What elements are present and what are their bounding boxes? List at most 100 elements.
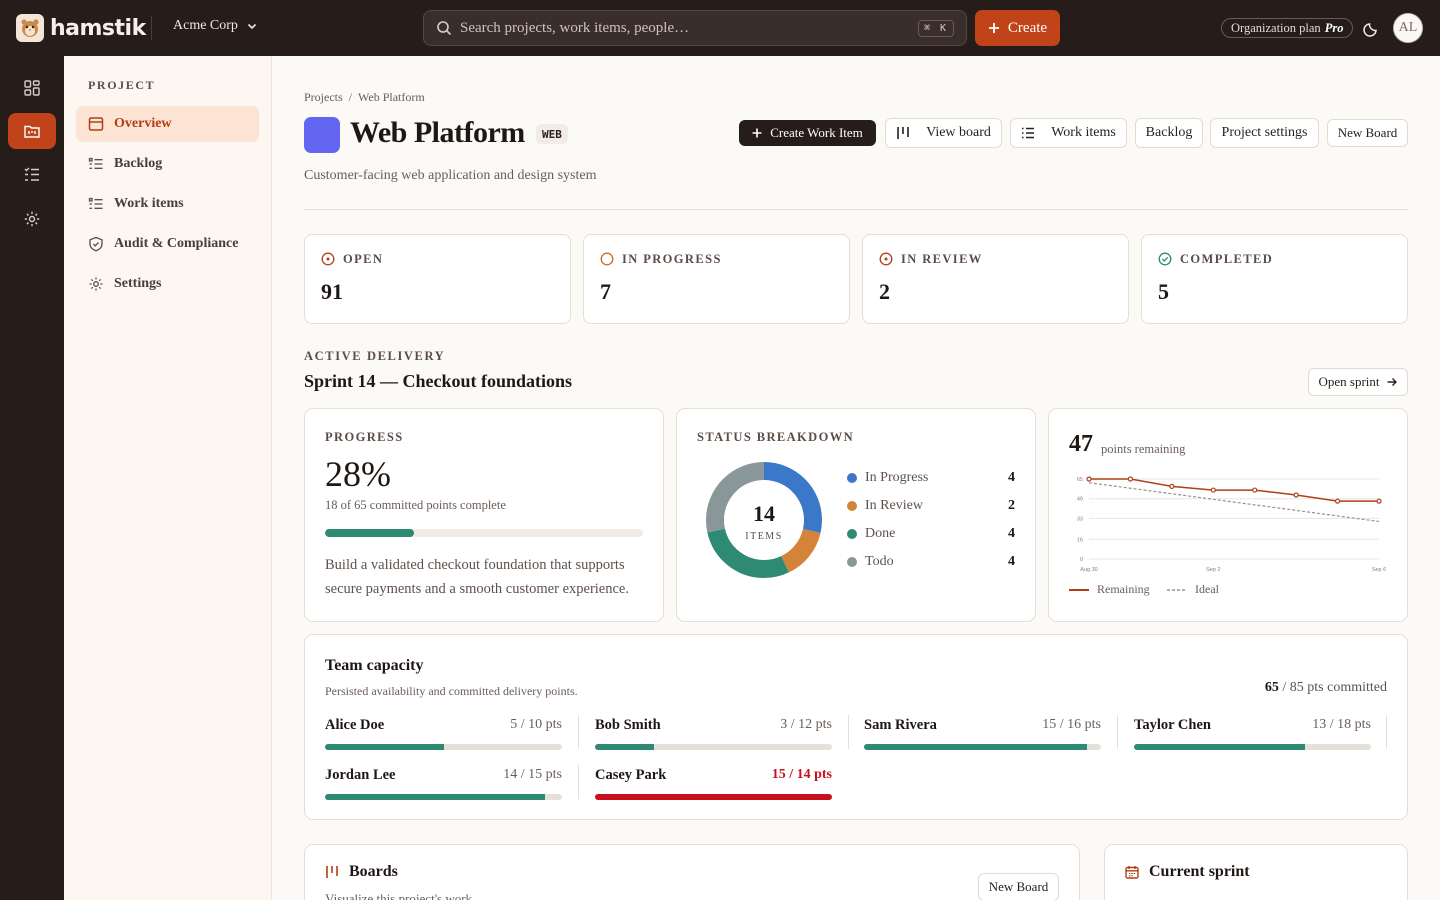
stat-label: COMPLETED [1180,252,1274,266]
legend-dot [847,529,857,539]
stat-label: IN PROGRESS [622,252,722,266]
remaining-point[interactable] [1334,498,1341,504]
project-settings-button[interactable]: Project settings [1210,118,1319,148]
new-board-button[interactable]: New Board [1327,119,1408,147]
search-input[interactable]: Search projects, work items, people… [460,20,910,37]
rail-settings[interactable] [8,201,56,237]
moon-icon[interactable] [1362,18,1382,38]
remaining-point[interactable] [1127,476,1134,482]
member-name: Sam Rivera [864,717,937,733]
legend-dot [847,557,857,567]
current-sprint-heading: Current sprint [1125,863,1250,881]
plan-badge[interactable]: Organization plan Pro [1221,18,1354,38]
member-capacity[interactable]: Sam Rivera 15 / 16 pts [864,717,1101,753]
brand-name: hamstik [50,15,146,41]
breadcrumb: Projects / Web Platform [304,90,425,105]
burndown-card: 47 points remaining 0 16 33 49 65 Aug 30 Sep 2… [1048,408,1408,622]
create-work-item-button[interactable]: Create Work Item [739,120,876,146]
member-capacity[interactable]: Alice Doe 5 / 10 pts [325,717,562,753]
legend-label: Todo [865,554,894,569]
legend-label: In Progress [865,470,929,485]
sidebar-item-audit[interactable]: Audit & Compliance [76,226,259,262]
member-bar-fill [325,744,444,750]
calendar-icon [1125,866,1139,879]
stat-card-in-review[interactable]: IN REVIEW 2 [862,234,1129,324]
x-tick-label: Aug 30 [1080,567,1097,573]
list-icon [88,197,103,209]
sidebar-item-work-items[interactable]: Work items [76,186,259,222]
member-bar [325,744,562,750]
legend-dot [847,501,857,511]
member-bar [595,794,832,800]
remaining-point[interactable] [1252,487,1258,493]
sidebar-item-label: Backlog [114,156,163,171]
open-sprint-button[interactable]: Open sprint [1308,368,1408,396]
page-title: Web Platform [350,116,525,149]
member-bar-fill [595,744,655,750]
sidebar-item-settings[interactable]: Settings [76,266,259,302]
sidebar-item-backlog[interactable]: Backlog [76,146,259,182]
create-button[interactable]: Create [975,10,1060,46]
arrow-right-icon [1387,378,1397,386]
member-bar-fill [325,794,546,800]
project-sidebar: PROJECT Overview Backlog Work items Audi… [64,56,272,900]
team-capacity-card: Team capacity Persisted availability and… [304,634,1408,820]
in-review-status-icon [879,252,893,266]
legend-in-review[interactable]: In Review 2 [847,498,1015,514]
member-capacity[interactable]: Jordan Lee 14 / 15 pts [325,767,562,803]
legend-todo[interactable]: Todo 4 [847,554,1015,570]
capacity-committed-rest: / 85 pts committed [1282,680,1387,695]
member-points: 15 / 16 pts [1042,717,1101,732]
view-board-button[interactable]: View board [885,118,1002,148]
member-separator [1386,715,1387,749]
sidebar-item-label: Overview [114,116,172,131]
current-sprint-title: Current sprint [1149,863,1250,880]
member-capacity[interactable]: Casey Park 15 / 14 pts [595,767,832,803]
remaining-point[interactable] [1293,492,1299,498]
progress-subtitle: 18 of 65 committed points complete [325,498,506,512]
stat-card-in-progress[interactable]: IN PROGRESS 7 [583,234,850,324]
create-button-label: Create [1007,19,1048,36]
brand-logo[interactable]: hamstik [16,14,146,42]
breadcrumb-projects[interactable]: Projects [304,90,343,105]
breadcrumb-current: Web Platform [358,90,425,104]
remaining-point[interactable] [1169,483,1175,489]
section-label: ACTIVE DELIVERY [304,349,446,363]
user-avatar[interactable]: AL [1393,13,1423,43]
member-capacity[interactable]: Taylor Chen 13 / 18 pts [1134,717,1371,753]
search-bar[interactable]: Search projects, work items, people… ⌘ K [423,10,967,46]
stat-card-completed[interactable]: COMPLETED 5 [1141,234,1408,324]
work-items-button[interactable]: Work items [1010,118,1127,148]
org-switcher[interactable]: Acme Corp [173,18,258,34]
ideal-line-swatch [1167,588,1187,591]
project-key-badge: WEB [536,124,568,144]
member-capacity[interactable]: Bob Smith 3 / 12 pts [595,717,832,753]
settings-icon [24,211,40,227]
list-icon [1022,127,1035,139]
legend-count: 4 [1008,554,1015,569]
chevron-down-icon [247,23,257,30]
sidebar-item-label: Audit & Compliance [114,236,239,251]
remaining-point[interactable] [1210,487,1216,493]
remaining-point[interactable] [1376,498,1382,504]
legend-remaining-label: Remaining [1097,582,1150,596]
sidebar-item-overview[interactable]: Overview [76,106,259,142]
hamster-logo-icon [16,14,44,42]
member-points: 13 / 18 pts [1312,717,1371,732]
open-status-icon [321,252,335,266]
new-board-button[interactable]: New Board [978,873,1059,900]
rail-dashboard[interactable] [8,70,56,106]
sprint-goal: Build a validated checkout foundation th… [325,557,629,597]
search-icon [437,21,452,36]
remaining-point[interactable] [1086,476,1092,482]
legend-ideal: Ideal [1167,582,1219,597]
member-bar [1134,744,1371,750]
legend-label: In Review [865,498,923,513]
legend-done[interactable]: Done 4 [847,526,1015,542]
rail-projects[interactable] [8,113,56,149]
legend-in-progress[interactable]: In Progress 4 [847,470,1015,486]
stat-card-open[interactable]: OPEN 91 [304,234,571,324]
member-name: Jordan Lee [325,767,396,783]
backlog-button[interactable]: Backlog [1135,118,1203,148]
rail-work-items[interactable] [8,157,56,193]
